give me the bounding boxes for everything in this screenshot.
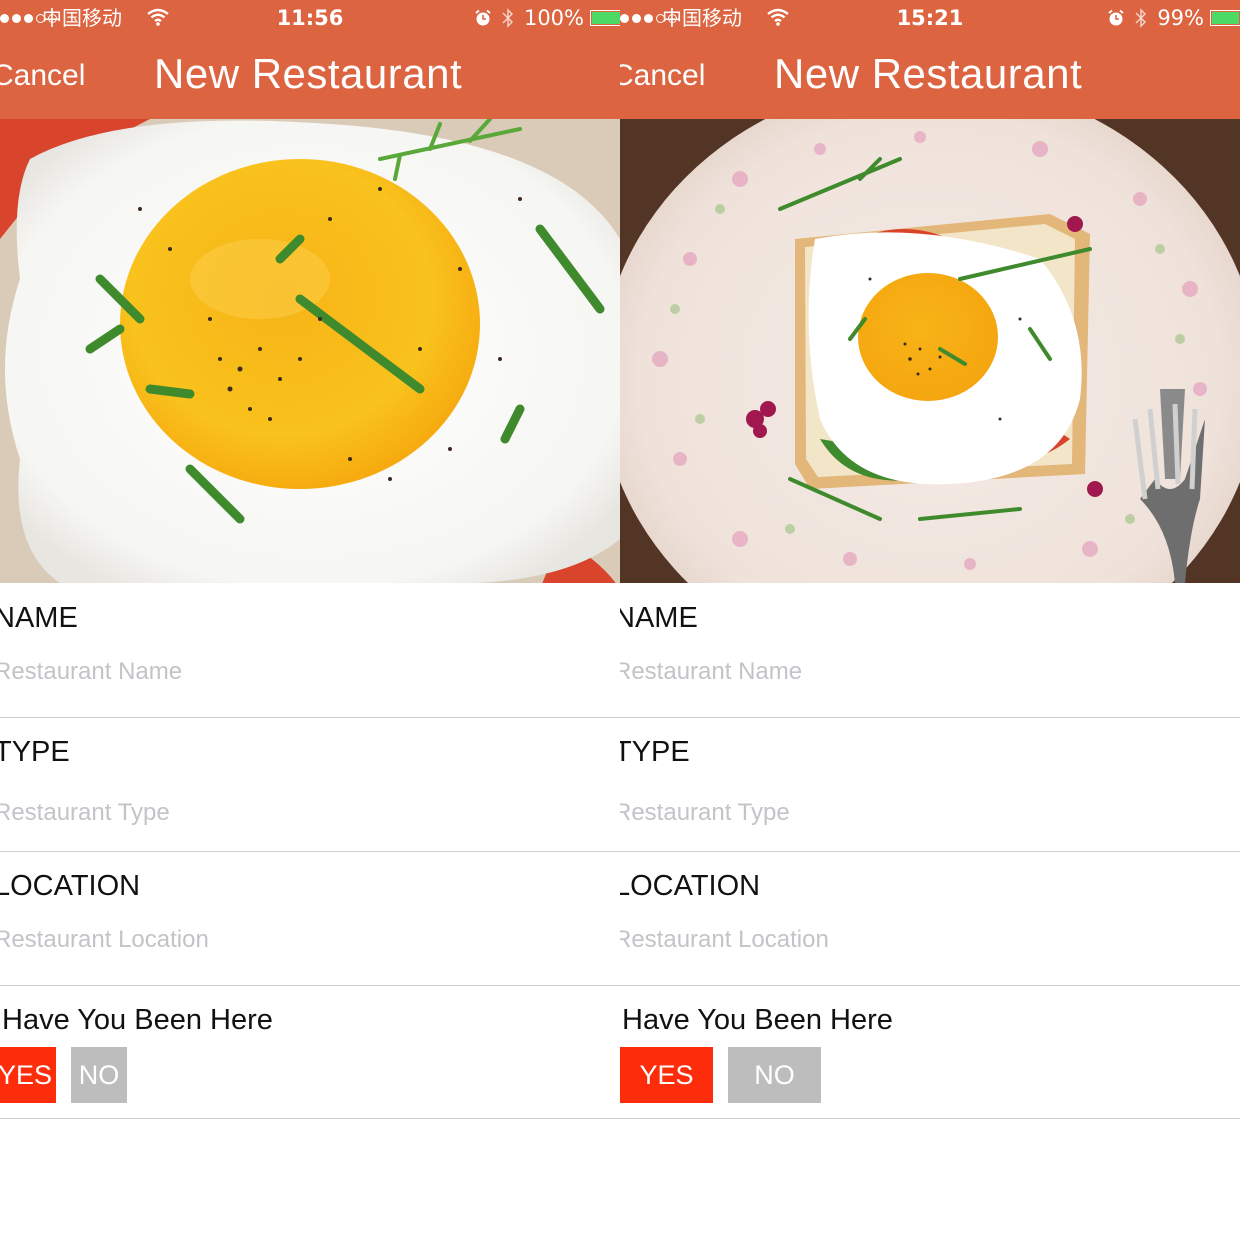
- type-input[interactable]: [0, 798, 594, 828]
- name-field: NAME: [0, 583, 620, 718]
- yes-button[interactable]: YES: [620, 1047, 713, 1103]
- location-field: LOCATION: [0, 852, 620, 986]
- cancel-button[interactable]: Cancel: [620, 56, 705, 96]
- restaurant-photo[interactable]: [0, 119, 620, 583]
- navigation-bar: 中国移动 11:56 100% Cancel New Restaurant: [0, 0, 620, 119]
- bluetooth-icon: [502, 8, 514, 28]
- name-input[interactable]: [0, 657, 594, 687]
- page-title: New Restaurant: [154, 50, 463, 97]
- status-bar: 中国移动 11:56 100%: [0, 0, 620, 36]
- type-field: TYPE: [620, 718, 1240, 852]
- screen-before: 中国移动 11:56 100% Cancel New Restaurant NA…: [0, 0, 620, 1240]
- screen-after: 中国移动 15:21 99% Cancel New Restaurant NAM…: [620, 0, 1240, 1240]
- section-divider: [0, 1118, 620, 1119]
- location-label: LOCATION: [620, 870, 761, 902]
- battery-icon: [590, 10, 620, 26]
- yes-button[interactable]: YES: [0, 1047, 56, 1103]
- battery-percentage: 99%: [1157, 6, 1204, 30]
- been-here-label: Have You Been Here: [2, 1004, 273, 1036]
- been-here-label: Have You Been Here: [622, 1004, 893, 1036]
- battery-icon: [1210, 10, 1240, 26]
- no-button[interactable]: NO: [71, 1047, 127, 1103]
- type-label: TYPE: [0, 736, 70, 768]
- bluetooth-icon: [1135, 8, 1147, 28]
- name-input[interactable]: [620, 657, 1214, 687]
- restaurant-photo[interactable]: [620, 119, 1240, 583]
- type-input[interactable]: [620, 798, 1214, 828]
- status-bar: 中国移动 15:21 99%: [620, 0, 1240, 36]
- comparison-canvas: 中国移动 11:56 100% Cancel New Restaurant NA…: [0, 0, 1240, 1240]
- alarm-icon: [1107, 9, 1125, 27]
- page-title: New Restaurant: [774, 50, 1083, 97]
- type-label: TYPE: [620, 736, 690, 768]
- name-field: NAME: [620, 583, 1240, 718]
- section-divider: [620, 1118, 1240, 1119]
- navigation-bar: 中国移动 15:21 99% Cancel New Restaurant: [620, 0, 1240, 119]
- alarm-icon: [474, 9, 492, 27]
- name-label: NAME: [0, 602, 78, 634]
- no-button[interactable]: NO: [728, 1047, 821, 1103]
- type-field: TYPE: [0, 718, 620, 852]
- cancel-button[interactable]: Cancel: [0, 56, 85, 96]
- name-label: NAME: [620, 602, 698, 634]
- location-input[interactable]: [620, 925, 1214, 955]
- location-input[interactable]: [0, 925, 594, 955]
- location-field: LOCATION: [620, 852, 1240, 986]
- battery-percentage: 100%: [523, 6, 584, 30]
- location-label: LOCATION: [0, 870, 141, 902]
